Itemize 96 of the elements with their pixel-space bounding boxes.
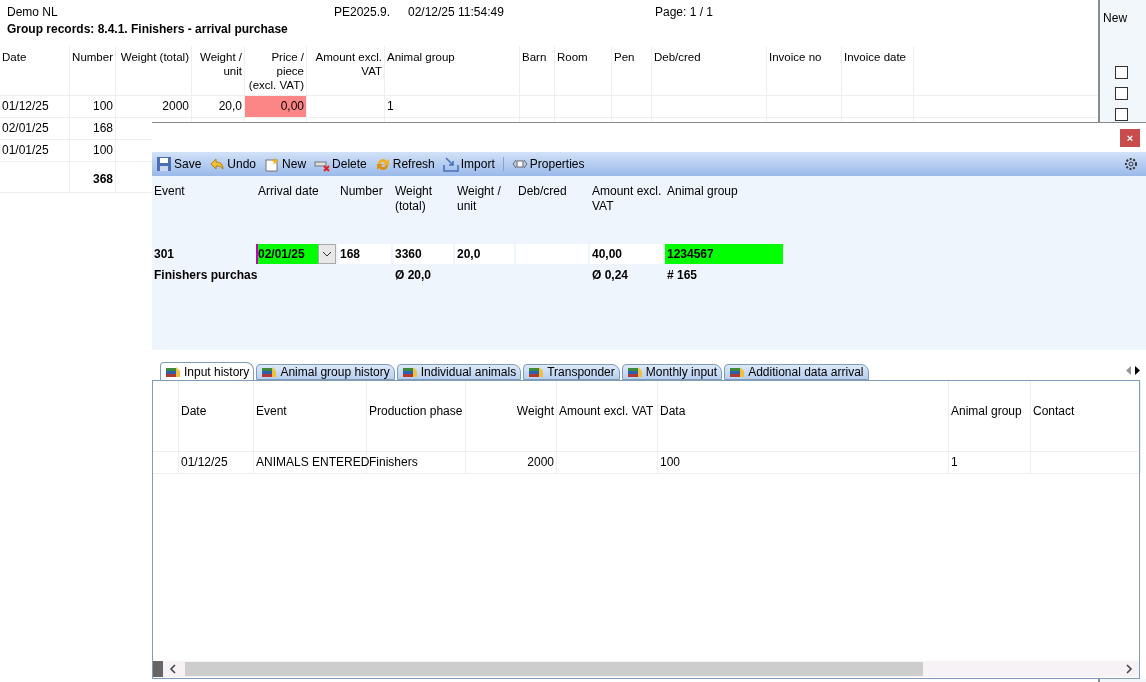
tab[interactable]: Monthly input	[621, 364, 723, 380]
column-header: Number	[70, 46, 116, 95]
horizontal-scrollbar[interactable]	[153, 661, 1139, 677]
price-alert-cell: 0,00	[245, 96, 307, 117]
toolbar-button[interactable]: Import	[442, 156, 495, 172]
summary-value: # 165	[666, 266, 699, 284]
summary-value: Finishers purchas	[153, 266, 256, 284]
table-cell: Finishers	[367, 452, 466, 473]
column-header: Animal group	[385, 46, 520, 95]
toolbar-button[interactable]: Delete	[314, 156, 367, 172]
field-label: Event	[153, 183, 186, 200]
import-tray-icon	[442, 156, 459, 172]
toolbar-button[interactable]: Properties	[511, 156, 585, 172]
checkbox[interactable]	[1115, 66, 1129, 79]
books-icon	[165, 364, 181, 379]
refresh-arrows-icon	[374, 156, 391, 172]
column-header: Invoice no	[767, 46, 842, 95]
table-cell: 2000	[116, 96, 192, 117]
checkbox[interactable]	[1115, 87, 1129, 100]
column-header: Weight (total)	[116, 46, 192, 95]
column-header: Deb/cred	[652, 46, 767, 95]
total-cell: 368	[70, 162, 116, 192]
table-cell: 02/01/25	[0, 118, 70, 139]
column-header: Date	[0, 46, 70, 95]
chevron-down-icon[interactable]	[318, 244, 336, 264]
tab[interactable]: Additional data arrival	[724, 364, 869, 380]
company-name: Demo NL	[7, 5, 59, 19]
splitter-handle[interactable]	[153, 661, 163, 677]
table-cell: 100	[658, 452, 949, 473]
input-field[interactable]: 40,00	[590, 244, 663, 264]
column-header: New	[1103, 11, 1128, 27]
books-icon	[626, 365, 643, 379]
summary-value: Ø 0,24	[591, 266, 630, 284]
books-icon	[401, 365, 418, 379]
column-header: Room	[555, 46, 612, 95]
checkbox[interactable]	[1115, 108, 1129, 121]
tab[interactable]: Transponder	[523, 364, 620, 380]
column-header: Barn	[520, 46, 555, 95]
column-header: Data	[658, 381, 949, 451]
field-label: Weight / unit	[456, 183, 502, 215]
column-header: Event	[254, 381, 367, 451]
chevron-left-icon[interactable]	[169, 664, 177, 674]
input-field[interactable]: 168	[338, 244, 391, 264]
table-cell: 2000	[466, 452, 557, 473]
column-header: Date	[179, 381, 254, 451]
column-header: Weight	[466, 381, 557, 451]
field-label: Animal group	[666, 183, 739, 200]
close-button[interactable]: ×	[1120, 128, 1140, 147]
tab[interactable]: Animal group history	[256, 364, 395, 380]
report-title: Group records: 8.4.1. Finishers - arrival purchase	[7, 24, 289, 38]
undo-arrow-icon	[209, 156, 226, 172]
scroll-right-icon[interactable]	[1135, 366, 1140, 375]
field-label: Amount excl. VAT	[591, 183, 663, 215]
table-cell: 100	[70, 140, 116, 161]
table-cell: 01/12/25	[0, 96, 70, 117]
chevron-right-icon[interactable]	[1125, 664, 1133, 674]
new-document-icon	[264, 156, 281, 172]
tab[interactable]: Individual animals	[396, 364, 522, 380]
books-icon	[261, 365, 278, 379]
table-cell: 168	[70, 118, 116, 139]
books-icon	[729, 365, 746, 379]
report-timestamp: 02/12/25 11:54:49	[408, 5, 505, 19]
table-cell: 1	[949, 452, 1031, 473]
toolbar-button[interactable]: Undo	[209, 156, 257, 172]
column-header: Weight / unit	[192, 46, 245, 95]
table-cell: ANIMALS ENTERED	[254, 452, 367, 473]
version-label: PE2025.9.	[334, 5, 392, 19]
page-number: Page: 1 / 1	[655, 5, 714, 19]
column-header: Production phase	[367, 381, 466, 451]
table-cell: 1	[385, 96, 520, 117]
toolbar-button[interactable]: New	[264, 156, 307, 172]
column-header: Contact	[1031, 381, 1141, 451]
books-icon	[528, 365, 545, 379]
column-header: Price / piece (excl. VAT)	[245, 46, 307, 95]
settings-icon[interactable]	[1124, 157, 1138, 171]
date-dropdown[interactable]: 02/01/25	[256, 244, 336, 264]
table-cell: 100	[70, 96, 116, 117]
table-cell: 01/12/25	[179, 452, 254, 473]
input-field[interactable]: 20,0	[455, 244, 514, 264]
column-header: Invoice date	[842, 46, 914, 95]
field-label: Weight (total)	[394, 183, 434, 215]
input-field[interactable]: 1234567	[665, 244, 783, 264]
event-code: 301	[153, 245, 176, 263]
summary-value: Ø 20,0	[394, 266, 433, 284]
field-label: Deb/cred	[517, 183, 568, 200]
column-header: Amount excl. VAT	[307, 46, 385, 95]
column-header: Amount excl. VAT	[557, 381, 658, 451]
column-header: Animal group	[949, 381, 1031, 451]
field-label: Number	[339, 183, 384, 200]
field-label: Arrival date	[257, 183, 320, 200]
toolbar-button[interactable]: Refresh	[374, 156, 435, 172]
tab[interactable]: Input history	[160, 362, 255, 380]
table-cell: 01/01/25	[0, 140, 70, 161]
input-field[interactable]: 3360	[393, 244, 453, 264]
column-header: Pen	[612, 46, 652, 95]
toolbar-button[interactable]: Save	[156, 156, 202, 172]
